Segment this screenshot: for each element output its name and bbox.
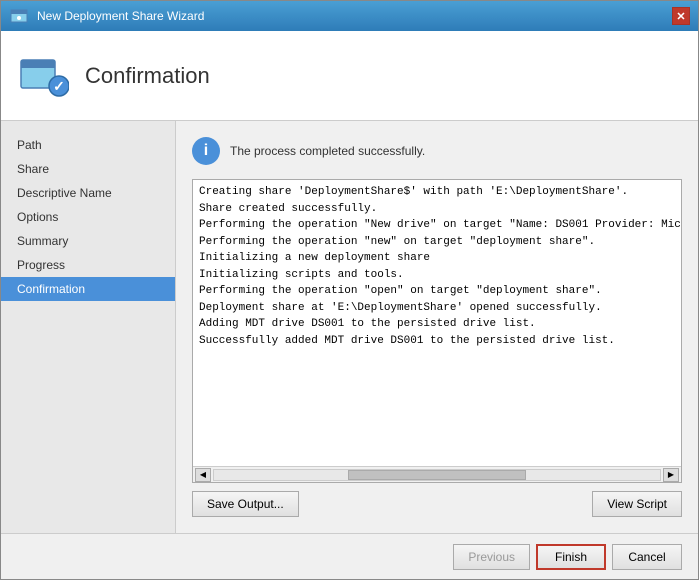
header-section: ✓ Confirmation bbox=[1, 31, 698, 121]
save-output-button[interactable]: Save Output... bbox=[192, 491, 299, 517]
title-bar-left: New Deployment Share Wizard bbox=[9, 6, 204, 26]
cancel-button[interactable]: Cancel bbox=[612, 544, 682, 570]
view-script-button[interactable]: View Script bbox=[592, 491, 682, 517]
header-title: Confirmation bbox=[85, 63, 210, 89]
sidebar-item-confirmation[interactable]: Confirmation bbox=[1, 277, 175, 301]
wizard-window: New Deployment Share Wizard ✕ ✓ Confirma… bbox=[0, 0, 699, 580]
sidebar-item-descriptive-name[interactable]: Descriptive Name bbox=[1, 181, 175, 205]
scroll-thumb[interactable] bbox=[348, 470, 526, 480]
sidebar-item-summary[interactable]: Summary bbox=[1, 229, 175, 253]
success-banner: i The process completed successfully. bbox=[192, 137, 682, 165]
sidebar-item-share[interactable]: Share bbox=[1, 157, 175, 181]
scroll-right-arrow[interactable]: ▶ bbox=[663, 468, 679, 482]
main-content: Path Share Descriptive Name Options Summ… bbox=[1, 121, 698, 533]
svg-text:✓: ✓ bbox=[53, 78, 65, 94]
log-area-container: Creating share 'DeploymentShare$' with p… bbox=[192, 179, 682, 483]
previous-button[interactable]: Previous bbox=[453, 544, 530, 570]
footer: Previous Finish Cancel bbox=[1, 533, 698, 579]
scroll-track[interactable] bbox=[213, 469, 661, 481]
success-message: The process completed successfully. bbox=[230, 144, 425, 158]
header-icon: ✓ bbox=[17, 50, 69, 102]
finish-button[interactable]: Finish bbox=[536, 544, 606, 570]
info-icon: i bbox=[192, 137, 220, 165]
sidebar-item-progress[interactable]: Progress bbox=[1, 253, 175, 277]
horizontal-scrollbar[interactable]: ◀ ▶ bbox=[193, 466, 681, 482]
scroll-left-arrow[interactable]: ◀ bbox=[195, 468, 211, 482]
close-button[interactable]: ✕ bbox=[672, 7, 690, 25]
log-area[interactable]: Creating share 'DeploymentShare$' with p… bbox=[193, 180, 681, 466]
sidebar-item-options[interactable]: Options bbox=[1, 205, 175, 229]
sidebar-item-path[interactable]: Path bbox=[1, 133, 175, 157]
title-bar-title: New Deployment Share Wizard bbox=[37, 9, 204, 23]
bottom-buttons-row: Save Output... View Script bbox=[192, 491, 682, 517]
sidebar: Path Share Descriptive Name Options Summ… bbox=[1, 121, 176, 533]
window-icon bbox=[9, 6, 29, 26]
title-bar: New Deployment Share Wizard ✕ bbox=[1, 1, 698, 31]
content-area: i The process completed successfully. Cr… bbox=[176, 121, 698, 533]
